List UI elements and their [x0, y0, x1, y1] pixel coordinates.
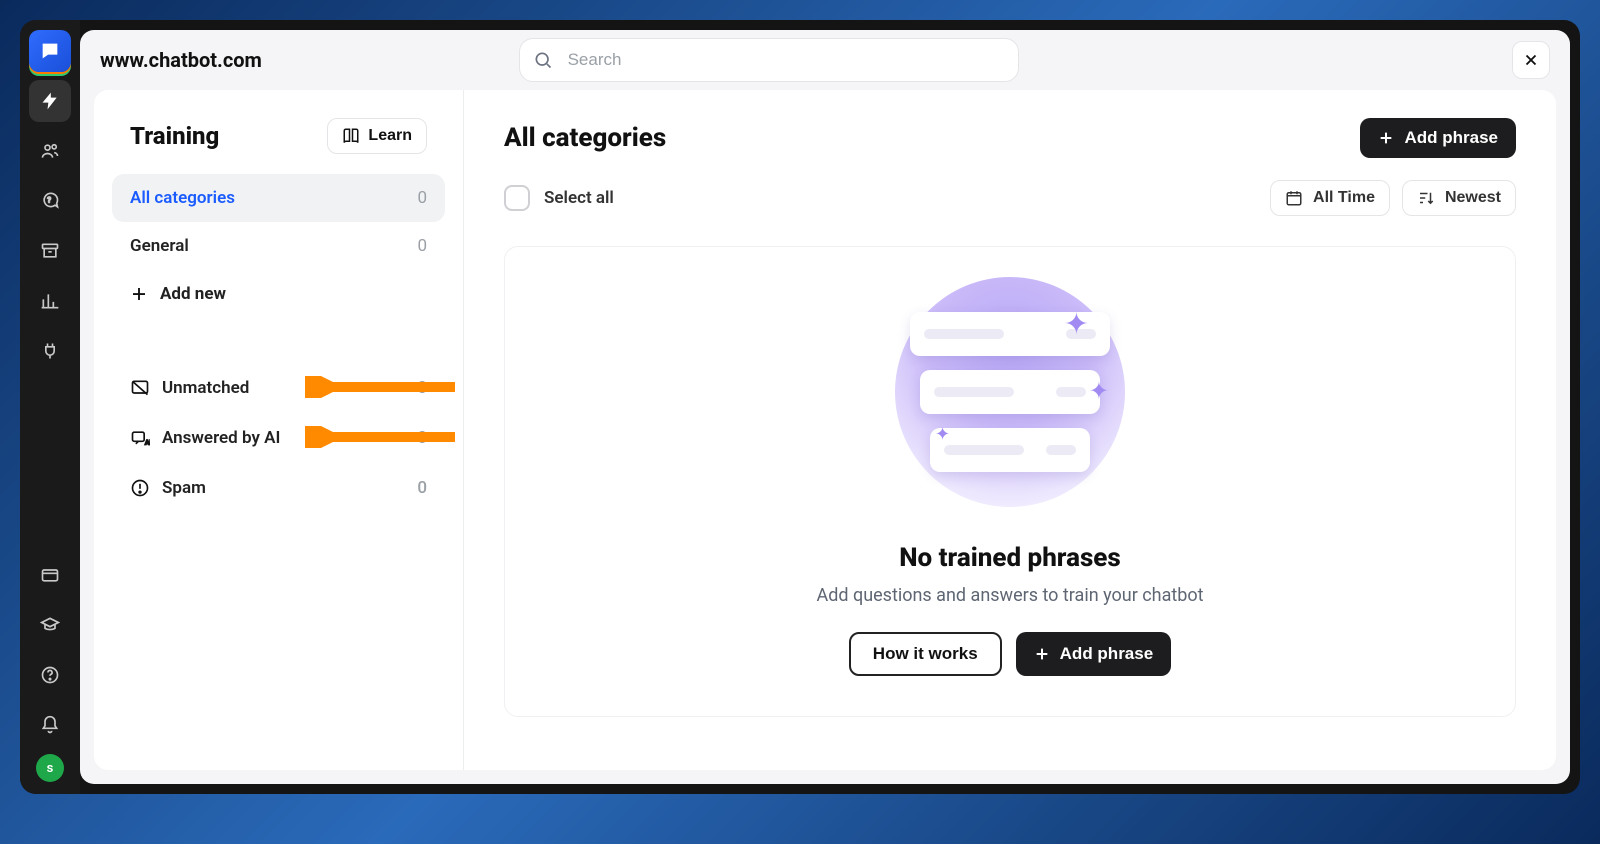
add-category-button[interactable]: Add new [112, 270, 445, 318]
user-avatar[interactable]: s [36, 754, 64, 782]
sparkle-icon: ✦ [1089, 377, 1109, 405]
empty-illustration: ✦ ✦ ✦ [895, 277, 1125, 507]
empty-title: No trained phrases [899, 543, 1121, 573]
time-filter-button[interactable]: All Time [1270, 180, 1390, 216]
add-phrase-button[interactable]: Add phrase [1360, 118, 1516, 158]
category-all[interactable]: All categories 0 [112, 174, 445, 222]
left-nav: ? s [20, 20, 80, 794]
close-button[interactable] [1512, 41, 1550, 79]
close-icon [1522, 51, 1540, 69]
how-it-works-button[interactable]: How it works [849, 632, 1002, 676]
search-wrap [519, 38, 1019, 82]
category-general[interactable]: General 0 [112, 222, 445, 270]
panel-title: All categories [504, 123, 666, 153]
learn-button[interactable]: Learn [327, 118, 427, 154]
svg-text:?: ? [47, 196, 51, 205]
plus-icon [1378, 130, 1394, 146]
search-input[interactable] [519, 38, 1019, 82]
checkbox[interactable] [504, 185, 530, 211]
main-panel: All categories Add phrase Select all [464, 90, 1556, 770]
annotation-arrow-icon [305, 376, 455, 398]
app-window: ? s [20, 20, 1580, 794]
sort-filter-label: Newest [1445, 189, 1501, 207]
main-area: www.chatbot.com Training [80, 30, 1570, 784]
nav-chat-icon[interactable]: ? [29, 180, 71, 222]
add-new-label: Add new [160, 284, 226, 304]
sparkle-icon: ✦ [1064, 307, 1089, 342]
book-icon [342, 127, 360, 145]
topbar: www.chatbot.com [80, 30, 1570, 90]
empty-add-phrase-button[interactable]: Add phrase [1016, 632, 1172, 676]
learn-label: Learn [368, 127, 412, 145]
sort-icon [1417, 189, 1435, 207]
nav-integrations-icon[interactable] [29, 330, 71, 372]
training-sidebar: Training Learn All categories 0 General … [94, 90, 464, 770]
plus-icon [1034, 646, 1050, 662]
ai-icon: AI [130, 428, 150, 448]
section-label: Unmatched [162, 378, 249, 398]
nav-notifications-icon[interactable] [29, 704, 71, 746]
unmatched-icon [130, 378, 150, 398]
category-label: General [130, 236, 189, 256]
time-filter-label: All Time [1313, 189, 1375, 207]
category-count: 0 [417, 188, 427, 208]
section-list: Unmatched 0 AI Answered by AI 0 [112, 368, 445, 508]
select-all[interactable]: Select all [504, 185, 614, 211]
plus-icon [130, 285, 148, 303]
calendar-icon [1285, 189, 1303, 207]
spam-icon [130, 478, 150, 498]
add-phrase-label: Add phrase [1404, 128, 1498, 148]
section-count: 0 [417, 478, 427, 498]
nav-help-icon[interactable] [29, 654, 71, 696]
nav-archive-icon[interactable] [29, 230, 71, 272]
annotation-arrow-icon [305, 426, 455, 448]
nav-analytics-icon[interactable] [29, 280, 71, 322]
nav-learn-icon[interactable] [29, 604, 71, 646]
nav-users-icon[interactable] [29, 130, 71, 172]
sort-filter-button[interactable]: Newest [1402, 180, 1516, 216]
section-label: Answered by AI [162, 428, 280, 448]
nav-training-icon[interactable] [29, 80, 71, 122]
category-count: 0 [417, 236, 427, 256]
sparkle-icon: ✦ [935, 424, 950, 445]
section-spam[interactable]: Spam 0 [112, 468, 445, 508]
nav-billing-icon[interactable] [29, 554, 71, 596]
app-logo-icon[interactable] [29, 30, 71, 72]
category-label: All categories [130, 188, 235, 208]
content: Training Learn All categories 0 General … [94, 90, 1556, 770]
breadcrumb: www.chatbot.com [100, 48, 262, 72]
add-phrase-label: Add phrase [1060, 644, 1154, 664]
search-icon [533, 50, 553, 70]
svg-text:AI: AI [145, 439, 150, 447]
select-all-label: Select all [544, 188, 614, 208]
empty-state: ✦ ✦ ✦ No trained phrases Add questions a… [504, 246, 1516, 717]
empty-subtitle: Add questions and answers to train your … [816, 585, 1203, 606]
section-label: Spam [162, 478, 206, 498]
sidebar-title: Training [130, 122, 219, 150]
